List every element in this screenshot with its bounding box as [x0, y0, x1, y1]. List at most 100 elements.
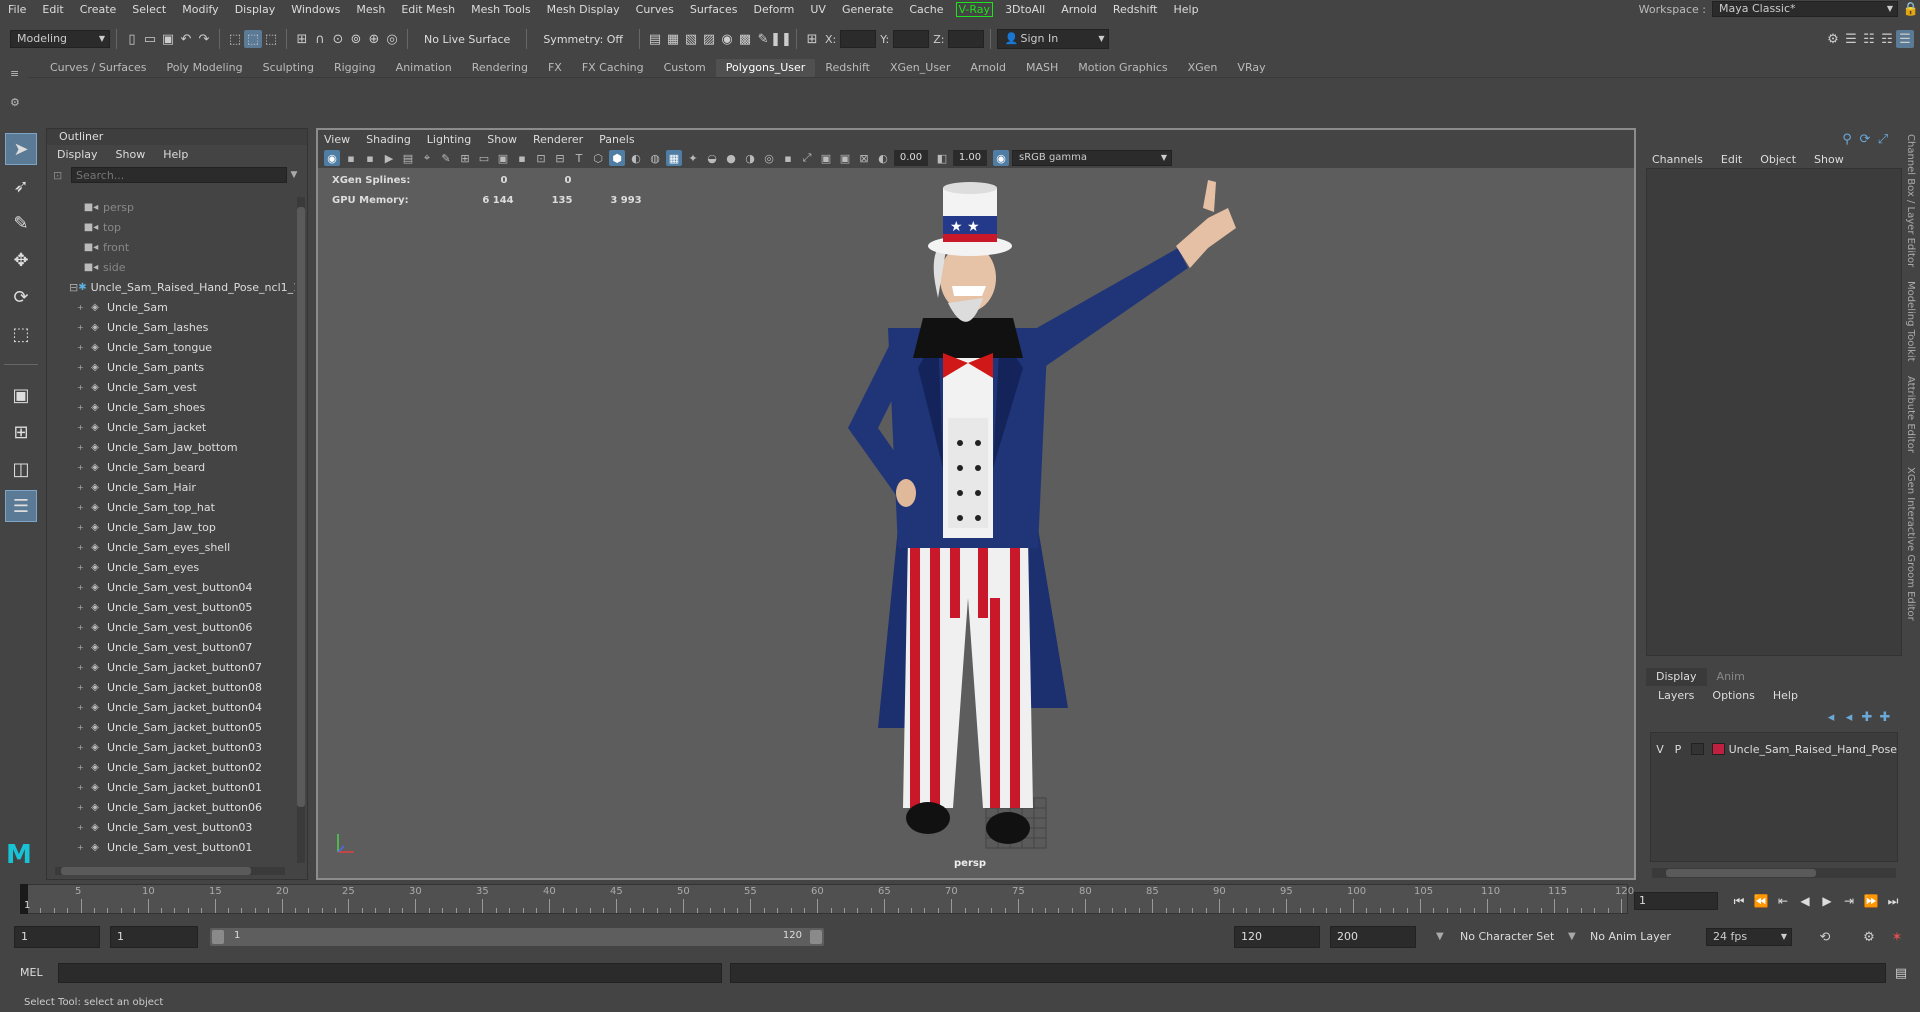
list-item[interactable]: ■◂ top: [47, 217, 295, 237]
menu-edit[interactable]: Edit: [34, 3, 71, 16]
expand-icon[interactable]: +: [77, 403, 87, 412]
tab-sculpting[interactable]: Sculpting: [253, 59, 324, 77]
toggle-modeling-toolkit-icon[interactable]: ⚙: [1824, 30, 1842, 48]
expand-icon[interactable]: +: [77, 343, 87, 352]
layer-menu-options[interactable]: Options: [1712, 689, 1754, 702]
menu-generate[interactable]: Generate: [834, 3, 901, 16]
layer-visibility-toggle[interactable]: V: [1651, 743, 1669, 756]
2d-pan-zoom-icon[interactable]: ⌖: [419, 150, 435, 166]
list-item[interactable]: + ◈ Uncle_Sam_shoes: [47, 397, 295, 417]
new-layer-icon[interactable]: ✚: [1858, 708, 1876, 726]
step-back-key-icon[interactable]: ⇤: [1772, 894, 1794, 908]
camera-attributes-icon[interactable]: ▶: [381, 150, 397, 166]
list-item[interactable]: + ◈ Uncle_Sam_jacket_button05: [47, 717, 295, 737]
tab-custom[interactable]: Custom: [654, 59, 716, 77]
playback-start-field[interactable]: 1: [110, 926, 198, 948]
chevron-down-icon[interactable]: ▼: [1568, 926, 1576, 948]
menu-icon[interactable]: ≡: [10, 67, 28, 80]
expand-icon[interactable]: +: [77, 423, 87, 432]
wireframe-icon[interactable]: ⬡: [590, 150, 606, 166]
menu-vray[interactable]: V-Ray: [955, 1, 994, 17]
menu-3dtoall[interactable]: 3DtoAll: [997, 3, 1053, 16]
list-item[interactable]: + ◈ Uncle_Sam_jacket_button08: [47, 677, 295, 697]
vray-render-icon[interactable]: ▩: [736, 30, 754, 48]
channel-menu-edit[interactable]: Edit: [1721, 153, 1742, 166]
layer-horizontal-scrollbar[interactable]: [1652, 868, 1896, 878]
toggle-outliner-icon[interactable]: ☰: [1896, 30, 1914, 48]
expand-icon[interactable]: ⤢: [1874, 130, 1892, 148]
tab-rigging[interactable]: Rigging: [324, 59, 386, 77]
anti-aliasing-icon[interactable]: ◎: [761, 150, 777, 166]
list-item[interactable]: + ◈ Uncle_Sam_jacket_button04: [47, 697, 295, 717]
screen-space-ao-icon[interactable]: ●: [723, 150, 739, 166]
viewport-menu-shading[interactable]: Shading: [366, 133, 411, 146]
filter-icon[interactable]: ⊡: [53, 169, 71, 182]
textured-icon[interactable]: ▦: [666, 150, 682, 166]
outliner-menu-help[interactable]: Help: [163, 148, 188, 161]
live-surface-label[interactable]: No Live Surface: [424, 33, 510, 46]
menu-select[interactable]: Select: [124, 3, 174, 16]
expand-icon[interactable]: +: [77, 303, 87, 312]
step-forward-key-icon[interactable]: ⇥: [1838, 894, 1860, 908]
save-scene-icon[interactable]: ▣: [159, 30, 177, 48]
x-field[interactable]: [840, 30, 877, 48]
grease-pencil-icon[interactable]: ✎: [438, 150, 454, 166]
select-camera-icon[interactable]: ◉: [324, 150, 340, 166]
tab-anim[interactable]: Anim: [1707, 668, 1755, 686]
time-slider[interactable]: 5 10 15 20 25 30 35 40 45 50 55 60 65 70 75 80 85 90 95 100…: [20, 884, 1634, 914]
transform-icon[interactable]: ⊞: [803, 30, 821, 48]
expand-icon[interactable]: +: [77, 483, 87, 492]
gamma-field[interactable]: 1.00: [953, 150, 987, 166]
snap-curve-icon[interactable]: ∩: [311, 30, 329, 48]
select-component-icon[interactable]: ⬚: [262, 30, 280, 48]
gate-mask-icon[interactable]: ▪: [514, 150, 530, 166]
expand-icon[interactable]: +: [77, 363, 87, 372]
move-layer-down-icon[interactable]: ◂: [1840, 708, 1858, 726]
viewport-panel[interactable]: View Shading Lighting Show Renderer Pane…: [316, 128, 1636, 880]
pause-icon[interactable]: ❚❚: [770, 30, 792, 48]
expand-icon[interactable]: +: [77, 563, 87, 572]
tab-curves-surfaces[interactable]: Curves / Surfaces: [40, 59, 157, 77]
tab-redshift[interactable]: Redshift: [815, 59, 880, 77]
menu-display[interactable]: Display: [227, 3, 284, 16]
range-end-handle[interactable]: [810, 930, 822, 944]
y-field[interactable]: [893, 30, 930, 48]
isolate-select-icon[interactable]: ⤢: [799, 150, 815, 166]
list-item[interactable]: + ◈ Uncle_Sam_Hair: [47, 477, 295, 497]
exposure-field[interactable]: 0.00: [894, 150, 928, 166]
expand-icon[interactable]: +: [77, 323, 87, 332]
menu-curves[interactable]: Curves: [628, 3, 682, 16]
tab-motion-graphics[interactable]: Motion Graphics: [1068, 59, 1177, 77]
make-live-icon[interactable]: ◎: [383, 30, 401, 48]
menu-uv[interactable]: UV: [802, 3, 834, 16]
menu-mesh-display[interactable]: Mesh Display: [539, 3, 628, 16]
wireframe-on-shaded-icon[interactable]: ◍: [647, 150, 663, 166]
list-item[interactable]: ⊟ ✱ Uncle_Sam_Raised_Hand_Pose_ncl1_1: [47, 277, 295, 297]
gear-icon[interactable]: ⚙: [10, 96, 28, 109]
play-backwards-icon[interactable]: ◀: [1794, 894, 1816, 908]
list-item[interactable]: + ◈ Uncle_Sam_eyes: [47, 557, 295, 577]
expand-icon[interactable]: +: [77, 503, 87, 512]
viewport-menu-view[interactable]: View: [324, 133, 350, 146]
menu-arnold[interactable]: Arnold: [1053, 3, 1105, 16]
list-item[interactable]: ■◂ persp: [47, 197, 295, 217]
expand-icon[interactable]: +: [77, 663, 87, 672]
menu-create[interactable]: Create: [72, 3, 125, 16]
layer-menu-layers[interactable]: Layers: [1658, 689, 1694, 702]
z-field[interactable]: [948, 30, 985, 48]
use-all-lights-icon[interactable]: ✦: [685, 150, 701, 166]
script-editor-icon[interactable]: ▤: [1892, 964, 1910, 982]
list-item[interactable]: + ◈ Uncle_Sam: [47, 297, 295, 317]
tab-channel-box-layer-editor[interactable]: Channel Box / Layer Editor: [1905, 134, 1916, 267]
render-frame-icon[interactable]: ▤: [646, 30, 664, 48]
rotate-tool-icon[interactable]: ⟳: [5, 281, 37, 313]
animation-start-field[interactable]: 1: [14, 926, 100, 948]
shadows-icon[interactable]: ◒: [704, 150, 720, 166]
command-language-label[interactable]: MEL: [20, 966, 43, 979]
scrollbar-thumb[interactable]: [297, 207, 305, 807]
uncle-sam-3d-model[interactable]: ★ ★: [738, 168, 1258, 868]
list-item[interactable]: + ◈ Uncle_Sam_vest_button07: [47, 637, 295, 657]
expand-icon[interactable]: +: [77, 763, 87, 772]
render-settings-icon[interactable]: ▨: [700, 30, 718, 48]
tab-modeling-toolkit[interactable]: Modeling Toolkit: [1905, 281, 1916, 362]
